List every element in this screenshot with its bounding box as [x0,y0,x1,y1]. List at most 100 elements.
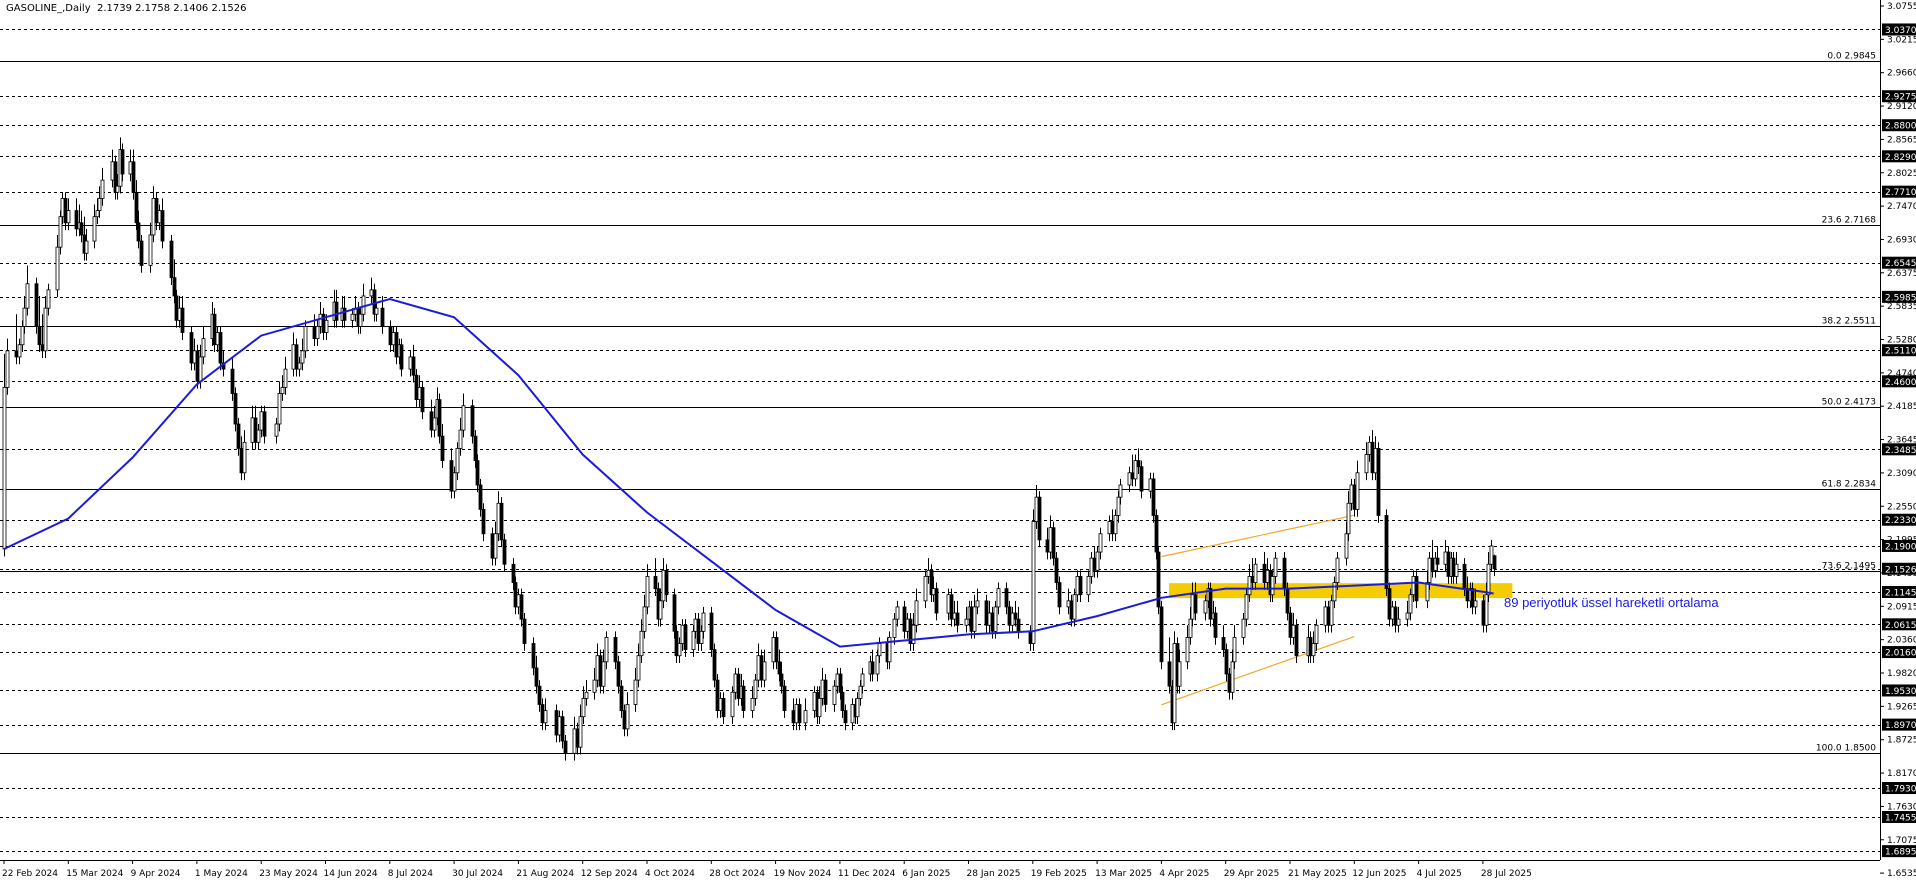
candle [1486,552,1491,603]
candle [949,588,954,627]
y-tick-label: 1.7075 [1887,836,1916,846]
candle-body [411,356,416,376]
candle-body [1154,515,1159,553]
candle [578,704,583,755]
candle [25,265,30,316]
candle-body [1244,594,1249,620]
candle-body [148,234,153,266]
candle-body [79,222,84,236]
candle [782,680,787,718]
candle [680,619,685,651]
candle [1048,515,1053,560]
candle [812,686,817,718]
candle [420,381,425,420]
x-tick-label: 9 Apr 2024 [131,869,181,879]
candle [1028,625,1033,651]
fib-label: 0.0 2.9845 [1827,52,1876,62]
candle-body [803,710,808,724]
candle-body [756,655,761,681]
candle [394,326,399,365]
y-tick-label: 3.0755 [1887,2,1916,12]
candle [572,716,577,761]
x-tick-label: 28 Oct 2024 [709,869,765,879]
x-tick-label: 30 Jul 2024 [452,869,503,879]
candle [1031,509,1036,651]
candle [1004,582,1009,615]
candle-body [1443,551,1448,565]
candle-body [779,673,784,687]
candle [1329,594,1334,633]
candle-body [858,685,863,699]
price-tag: 1.7930 [1882,782,1916,795]
candle [218,326,223,371]
candle-body [1013,612,1018,620]
candle [1051,521,1056,566]
candle-body [1230,661,1235,693]
candle-body [877,643,882,657]
x-tick-label: 8 Jul 2024 [388,869,433,879]
candle-body [1010,612,1015,626]
candle [321,308,326,340]
candle [794,698,799,731]
y-tick-label: 2.5280 [1887,336,1916,346]
candle [1007,600,1012,633]
candle-body [759,655,764,681]
candle [696,613,701,651]
candle [987,600,992,633]
candle [1393,600,1398,633]
candle [1241,613,1246,645]
price-chart[interactable]: GASOLINE_,Daily 2.1739 2.1758 2.1406 2.1… [0,0,1916,888]
candle [242,430,247,481]
candle [1208,582,1213,627]
candle-body [696,618,701,644]
candle-body [653,576,658,590]
candle [832,680,837,712]
candle [1224,643,1229,682]
candle-body [97,197,102,211]
candle [40,314,45,359]
chart-canvas[interactable]: 0.0 2.9845 23.6 2.7168 38.2 2.5511 50.0 2.4… [0,0,1916,888]
candle-body [37,326,42,346]
candle-body [481,508,486,535]
candle-body [1411,576,1416,596]
candle-body [5,350,10,388]
candle-body [399,344,404,370]
fib-label: 61.8 2.2834 [1822,480,1877,490]
y-tick-label: 2.2550 [1887,502,1916,512]
candle [1037,491,1042,548]
price-tag: 2.4600 [1882,375,1916,388]
candle-body [1396,618,1401,626]
candle [619,680,624,718]
candle-body [55,246,60,291]
candle-body [604,637,609,663]
candle-body [1045,539,1050,553]
candle-body [622,710,627,730]
candle [895,600,900,627]
candle-body [1048,527,1053,553]
candle [1433,552,1438,578]
candle-body [134,191,139,224]
candle [661,558,666,609]
price-tag-label: 2.1900 [1885,542,1916,552]
candle [955,600,960,633]
candle [923,570,928,609]
price-tag: 2.8290 [1882,150,1916,163]
candle [709,606,714,657]
candle-body [777,661,782,675]
candle [440,424,445,468]
candle-body [984,600,989,626]
candle [361,283,366,322]
candle [259,405,264,438]
candle [522,613,527,651]
candle-body [242,441,247,474]
candle [820,667,825,706]
candle-body [691,630,696,651]
candle-body [771,637,776,663]
candle [312,314,317,346]
candle-body [823,679,828,705]
candle [554,704,559,743]
candle-body [1314,624,1319,644]
y-tick-label: 2.5835 [1887,302,1916,312]
candle-body [160,210,165,242]
candle-body [1273,557,1278,577]
